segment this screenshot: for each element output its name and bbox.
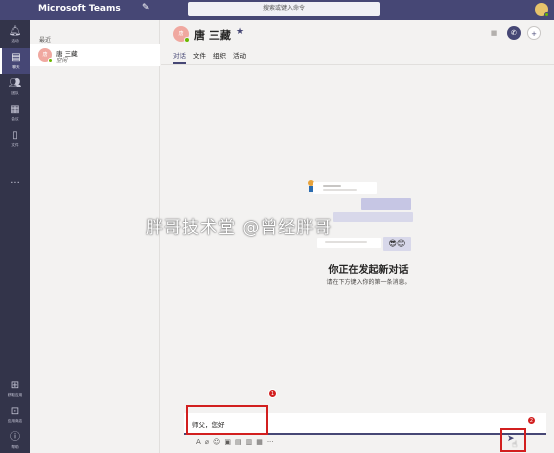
illustration-bubble (333, 212, 413, 222)
rail-item-files[interactable]: ▯ 文件 (0, 126, 30, 152)
annotation-highlight-input (186, 405, 268, 435)
chat-list: 最近 唐 唐 三藏 空闲 (30, 20, 160, 453)
tab-files[interactable]: 文件 (193, 50, 206, 62)
illustration-line (325, 241, 367, 243)
presence-dot (544, 12, 549, 17)
profile-avatar[interactable] (535, 3, 549, 17)
tab-organization[interactable]: 组织 (213, 50, 226, 62)
chat-list-item[interactable]: 唐 唐 三藏 空闲 (30, 44, 160, 66)
rail-item-label: 会议 (11, 116, 19, 121)
rail-item-label: 活动 (11, 38, 19, 43)
rail-item-help[interactable]: ⓘ 帮助 (0, 428, 30, 453)
help-icon: ⓘ (10, 432, 20, 443)
rail-item-activity[interactable]: 🔔︎ 活动 (0, 22, 30, 48)
attach-icon[interactable]: ⌀ (205, 438, 209, 446)
sticker-icon[interactable]: ▤ (235, 438, 242, 446)
rail-item-label: 应用商店 (7, 418, 23, 423)
bell-icon: 🔔︎ (8, 26, 22, 37)
app-title: Microsoft Teams (38, 4, 121, 14)
rail-item-label: 获取应用 (7, 392, 23, 397)
store-icon: ⊡ (10, 406, 20, 417)
annotation-badge-1: 1 (268, 389, 277, 398)
avatar-initials: 唐 (42, 52, 48, 58)
rail-item-label: 帮助 (11, 444, 19, 449)
title-bar: Microsoft Teams ✎ 搜索或键入命令 (0, 0, 554, 20)
illustration-bubble (313, 182, 377, 194)
teams-icon: 👥︎ (8, 78, 22, 89)
presence-dot (48, 58, 53, 63)
rail-item-teams[interactable]: 👥︎ 团队 (0, 74, 30, 100)
more-apps-button[interactable]: ··· (0, 178, 30, 189)
get-apps-icon: ⊞ (10, 380, 20, 391)
illustration-line (323, 185, 341, 187)
giphy-icon[interactable]: ▣ (224, 438, 231, 446)
meeting-icon[interactable]: ▥ (246, 438, 253, 446)
contact-name: 唐 三藏 (194, 29, 231, 42)
compose-icon[interactable]: ✎ (142, 3, 152, 15)
chat-icon: ▤ (11, 52, 21, 63)
illustration-bubble (361, 198, 411, 210)
rail-item-label: 团队 (11, 90, 19, 95)
presence-dot (184, 37, 190, 43)
rail-item-get-apps[interactable]: ⊞ 获取应用 (0, 376, 30, 402)
annotation-badge-2: 2 (527, 416, 536, 425)
rail-item-chat[interactable]: ▤ 聊天 (0, 48, 30, 74)
tab-conversation[interactable]: 对话 (173, 50, 186, 64)
watermark: 胖哥技术堂 @曾经胖哥 (146, 218, 333, 238)
avatar-initials: 唐 (178, 31, 184, 37)
emoji-button-icon[interactable]: ☺ (213, 438, 220, 446)
video-call-icon[interactable]: ■ (487, 26, 501, 40)
add-people-icon[interactable]: + (527, 26, 541, 40)
empty-state-title: 你正在发起新对话 (328, 265, 409, 276)
rail-item-meetings[interactable]: ▦ 会议 (0, 100, 30, 126)
tab-activity[interactable]: 活动 (233, 50, 246, 62)
rail-item-label: 文件 (11, 142, 19, 147)
rail-item-store[interactable]: ⊡ 应用商店 (0, 402, 30, 428)
schedule-icon[interactable]: ▦ (256, 438, 263, 446)
avatar: 唐 (38, 48, 53, 63)
emoji-icon: 😎😊 (383, 237, 411, 251)
audio-call-icon[interactable]: ✆ (507, 26, 521, 40)
hand-cursor-icon: ☝ (512, 440, 518, 450)
files-icon: ▯ (12, 130, 18, 141)
compose-toolbar: A ⌀ ☺ ▣ ▤ ▥ ▦ ··· (196, 437, 278, 447)
illustration-bubble (317, 238, 381, 248)
more-options-icon[interactable]: ··· (267, 438, 274, 446)
calendar-icon: ▦ (10, 104, 20, 115)
favorite-star-icon[interactable]: ★ (236, 27, 244, 37)
tab-bar: 对话 文件 组织 活动 (173, 50, 253, 64)
illustration-line (323, 189, 357, 191)
search-input[interactable]: 搜索或键入命令 (188, 2, 380, 16)
chat-status: 空闲 (56, 58, 68, 64)
section-recent: 最近 (39, 37, 52, 44)
empty-state-subtitle: 请在下方键入你的第一条消息。 (326, 279, 411, 286)
app-rail: 🔔︎ 活动 ▤ 聊天 👥︎ 团队 ▦ 会议 ▯ 文件 ··· ⊞ 获取应用 ⊡ … (0, 20, 30, 453)
avatar: 唐 (173, 26, 190, 43)
format-icon[interactable]: A (196, 438, 201, 446)
divider (161, 64, 554, 65)
rail-item-label: 聊天 (12, 64, 20, 69)
